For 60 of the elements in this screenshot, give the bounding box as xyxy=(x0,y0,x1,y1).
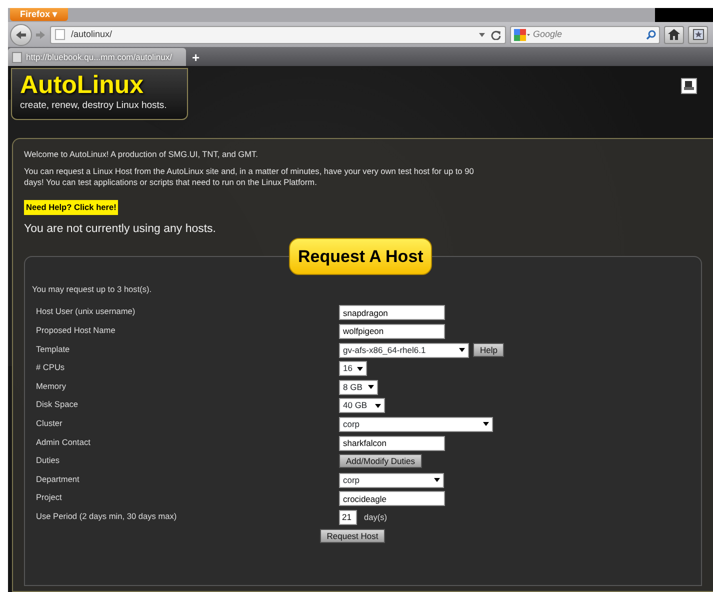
reload-icon[interactable] xyxy=(491,30,501,40)
welcome-text: Welcome to AutoLinux! A production of SMG.UI, TNT, and GMT. xyxy=(24,149,259,160)
caret-icon xyxy=(357,366,363,371)
caret-icon xyxy=(434,478,440,482)
dropdown[interactable]: 8 GB xyxy=(339,380,378,395)
logo-text: AutoLinux xyxy=(20,71,145,99)
dropdown[interactable]: corp xyxy=(339,472,444,488)
field-label: Department xyxy=(35,472,80,486)
status-text: You are not currently using any hosts. xyxy=(24,222,217,237)
caret-icon xyxy=(483,422,489,426)
star-icon xyxy=(692,29,704,40)
help-link[interactable]: Need Help? Click here! xyxy=(24,200,118,215)
field-label: Use Period (2 days min, 30 days max) xyxy=(35,510,178,522)
back-arrow-icon xyxy=(15,30,27,40)
field-label: Disk Space xyxy=(35,398,79,411)
home-button[interactable] xyxy=(664,26,684,44)
days-field[interactable]: 21 xyxy=(339,510,357,525)
input-field[interactable]: crocideagle xyxy=(339,491,445,506)
window-edge xyxy=(655,8,713,22)
field-label: Proposed Host Name xyxy=(35,324,116,336)
limit-text: You may request up to 3 host(s). xyxy=(32,282,153,296)
search-icon[interactable] xyxy=(646,30,656,40)
description-text: You can request a Linux Host from the AutoLinux site and, in a matter of minutes, have your very own test host for up to 90 days! You can test applications or scripts that need to run on the Linux Platform. xyxy=(24,166,475,188)
field-label: Template xyxy=(35,342,71,355)
unit-label: day(s) xyxy=(364,510,388,524)
field-label: Duties xyxy=(35,454,61,467)
help-button[interactable]: Help xyxy=(473,342,504,357)
page-icon xyxy=(55,29,65,40)
address-bar[interactable]: /autolinux/ xyxy=(50,26,506,44)
search-engine-icon[interactable] xyxy=(514,28,530,40)
duties-button[interactable]: Add/Modify Duties xyxy=(339,454,422,468)
field-label: Host User (unix username) xyxy=(35,305,136,318)
field-label: # CPUs xyxy=(35,361,66,374)
submit-button[interactable]: Request Host xyxy=(320,528,386,542)
dropdown[interactable]: gv-afs-x86_64-rhel6.1 xyxy=(339,342,469,358)
caret-icon xyxy=(368,385,374,390)
caret-icon xyxy=(375,404,381,408)
field-label: Admin Contact xyxy=(35,436,92,448)
search-field[interactable]: Google xyxy=(533,28,633,42)
page-icon xyxy=(12,52,22,62)
dropdown-arrow-icon[interactable] xyxy=(479,32,485,36)
bookmarks-button[interactable] xyxy=(688,26,708,44)
back-button[interactable] xyxy=(10,24,32,46)
dropdown[interactable]: 40 GB xyxy=(339,398,385,414)
new-tab-button[interactable]: + xyxy=(188,50,204,66)
export-icon[interactable] xyxy=(681,78,697,94)
field-label: Memory xyxy=(35,380,67,392)
tagline: create, renew, destroy Linux hosts. xyxy=(20,99,168,113)
search-bar[interactable]: Google xyxy=(510,26,660,44)
field-label: Project xyxy=(35,491,63,504)
dropdown[interactable]: corp xyxy=(339,416,493,432)
section-title: Request A Host xyxy=(289,238,432,276)
caret-icon xyxy=(459,348,465,352)
input-field[interactable]: snapdragon xyxy=(339,305,445,320)
url-text: /autolinux/ xyxy=(71,28,114,41)
field-label: Cluster xyxy=(35,416,64,430)
dropdown[interactable]: 16 xyxy=(339,361,367,376)
input-field[interactable]: sharkfalcon xyxy=(339,436,445,451)
home-icon xyxy=(668,29,680,40)
input-field[interactable]: wolfpigeon xyxy=(339,324,445,339)
